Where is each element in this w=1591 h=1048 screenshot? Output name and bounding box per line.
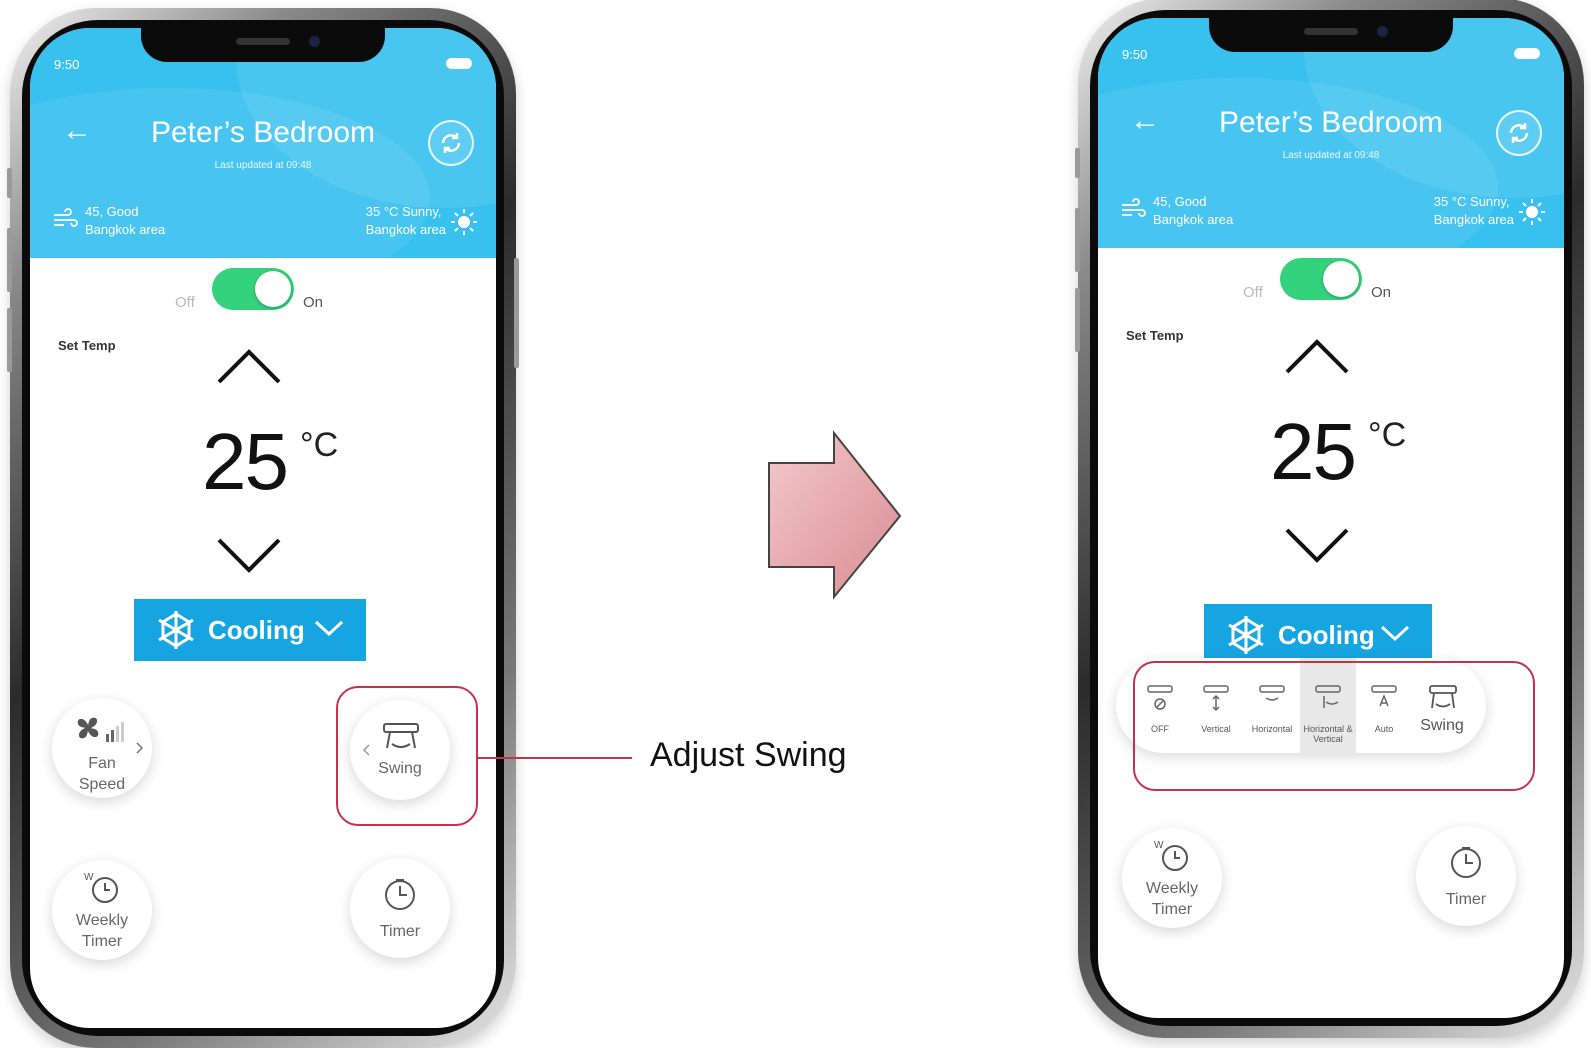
swing-highlight-box	[336, 686, 478, 826]
chevron-down-icon	[314, 620, 344, 637]
weekly-timer-label: Weekly Timer	[75, 912, 129, 950]
app-header: 9:50 ← Peter’s Bedroom Last updated at 0…	[30, 28, 496, 258]
refresh-button[interactable]	[1496, 110, 1542, 156]
temp-up-chevron-icon[interactable]	[1284, 336, 1350, 376]
svg-text:W: W	[1154, 840, 1164, 851]
set-temp-label: Set Temp	[58, 338, 116, 353]
power-on-label: On	[1371, 284, 1392, 301]
sun-icon	[1519, 199, 1545, 225]
temp-down-chevron-icon[interactable]	[1284, 526, 1350, 566]
mode-label: Cooling	[208, 615, 305, 645]
svg-text:W: W	[84, 872, 94, 883]
mode-dropdown[interactable]: Cooling	[1204, 604, 1432, 662]
left-phone: 9:50 ← Peter’s Bedroom Last updated at 0…	[7, 8, 519, 1048]
weather-info: 35 °C Sunny, Bangkok area	[365, 204, 446, 237]
page-title: Peter’s Bedroom	[1218, 106, 1443, 139]
last-updated: Last updated at 09:48	[214, 160, 312, 171]
fan-icon	[77, 717, 124, 742]
refresh-button[interactable]	[428, 120, 474, 166]
status-time: 9:50	[54, 57, 80, 72]
power-toggle[interactable]	[212, 268, 294, 310]
fan-speed-label: Fan Speed	[78, 755, 126, 793]
wind-icon	[1122, 198, 1146, 217]
weekly-timer-icon: W	[84, 872, 118, 903]
weekly-timer-icon: W	[1154, 840, 1188, 871]
left-screen: 9:50 ← Peter’s Bedroom Last updated at 0…	[30, 28, 496, 1028]
battery-icon	[446, 58, 472, 69]
refresh-icon	[1509, 123, 1529, 143]
mode-dropdown[interactable]: Cooling	[134, 599, 366, 661]
snowflake-icon	[158, 611, 194, 649]
chevron-down-icon	[1380, 625, 1410, 642]
wind-icon	[54, 208, 78, 227]
set-temp-label: Set Temp	[1126, 328, 1184, 343]
temp-down-chevron-icon[interactable]	[216, 536, 282, 576]
snowflake-icon	[1228, 616, 1264, 654]
weekly-timer-button[interactable]: W Weekly Timer	[1122, 828, 1222, 928]
temperature-unit: °C	[300, 426, 339, 464]
temperature-value: 25	[1270, 407, 1357, 496]
power-off-label: Off	[175, 294, 195, 311]
fan-speed-button[interactable]: Fan Speed	[52, 698, 152, 798]
timer-button[interactable]: Timer	[1416, 826, 1516, 926]
temperature-unit: °C	[1368, 416, 1407, 454]
air-quality: 45, Good Bangkok area	[1153, 194, 1234, 227]
timer-label: Timer	[1445, 891, 1487, 908]
page-title: Peter’s Bedroom	[150, 116, 375, 149]
power-toggle[interactable]	[1280, 258, 1362, 300]
battery-icon	[1514, 48, 1540, 59]
mode-label: Cooling	[1278, 620, 1375, 650]
air-quality: 45, Good Bangkok area	[85, 204, 166, 237]
status-time: 9:50	[1122, 47, 1148, 62]
timer-icon	[385, 879, 415, 910]
timer-icon	[1451, 847, 1481, 878]
right-screen: 9:50 ← Peter’s Bedroom Last updated at 0…	[1098, 18, 1564, 1018]
callout-adjust-swing: Adjust Swing	[650, 736, 847, 774]
weather-info: 35 °C Sunny, Bangkok area	[1433, 194, 1514, 227]
callout-line	[476, 757, 632, 759]
app-header: 9:50 ← Peter’s Bedroom Last updated at 0…	[1098, 18, 1564, 248]
last-updated: Last updated at 09:48	[1282, 150, 1380, 161]
temperature-value: 25	[202, 417, 289, 506]
weekly-timer-button[interactable]: W Weekly Timer	[52, 860, 152, 960]
temp-up-chevron-icon[interactable]	[216, 346, 282, 386]
right-phone: 9:50 ← Peter’s Bedroom Last updated at 0…	[1075, 0, 1584, 1038]
swing-options-highlight-box	[1133, 661, 1535, 791]
timer-label: Timer	[379, 923, 421, 940]
power-on-label: On	[303, 294, 324, 311]
weekly-timer-label: Weekly Timer	[1145, 880, 1199, 918]
right-arrow-icon	[768, 430, 902, 600]
power-off-label: Off	[1243, 284, 1263, 301]
refresh-icon	[441, 133, 461, 153]
sun-icon	[451, 209, 477, 235]
timer-button[interactable]: Timer	[350, 858, 450, 958]
